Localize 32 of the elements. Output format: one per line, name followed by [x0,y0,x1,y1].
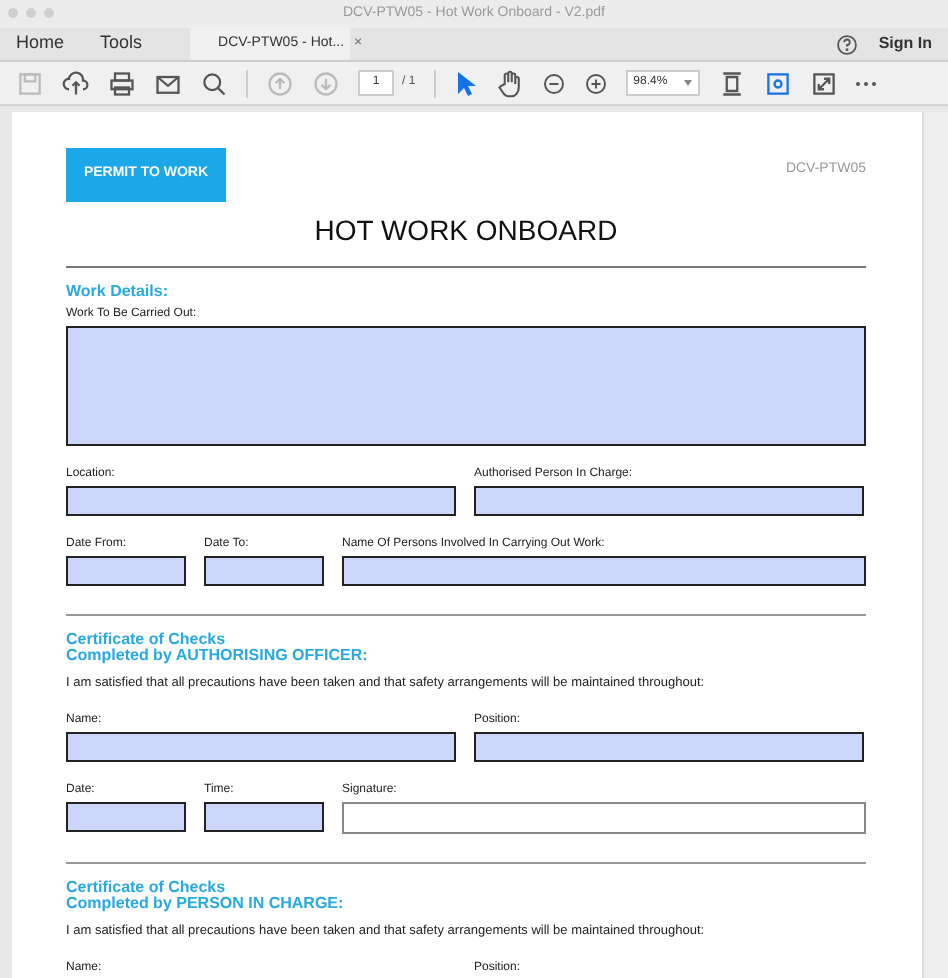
section-heading: Certificate of Checks [66,879,228,896]
form-field[interactable] [204,556,324,586]
document-title: HOT WORK ONBOARD [312,212,620,248]
zoom-out-icon[interactable] [541,71,566,95]
form-field[interactable] [342,556,866,586]
hand-icon[interactable] [495,69,524,97]
caret-icon [683,80,692,86]
form-field[interactable] [342,801,866,834]
help-icon[interactable] [836,33,859,55]
form-field[interactable] [66,801,186,832]
upload-icon[interactable] [62,69,90,97]
section-heading: Completed by PERSON IN CHARGE: [66,895,346,912]
section-heading: Completed by AUTHORISING OFFICER: [66,648,370,664]
page-view-icon[interactable] [763,69,792,97]
print-icon[interactable] [108,69,136,97]
search-icon[interactable] [200,69,228,97]
form-field[interactable] [474,486,864,516]
nav-tab[interactable]: Tools [100,30,143,58]
zoom-in-icon[interactable] [583,71,608,95]
form-field[interactable] [204,801,324,832]
section-heading: Work Details: [66,284,170,300]
form-field[interactable] [66,731,456,762]
form-field[interactable] [474,731,864,762]
section-heading: Certificate of Checks [66,632,228,648]
pointer-icon[interactable] [453,69,478,97]
expand-icon[interactable] [809,69,838,97]
form-field[interactable] [66,556,186,586]
nav-tab[interactable]: Home [16,30,65,58]
form-field[interactable] [66,326,866,446]
fit-page-icon[interactable] [717,69,746,97]
sign-in-link[interactable]: Sign In [878,32,932,56]
form-field[interactable] [66,486,456,516]
